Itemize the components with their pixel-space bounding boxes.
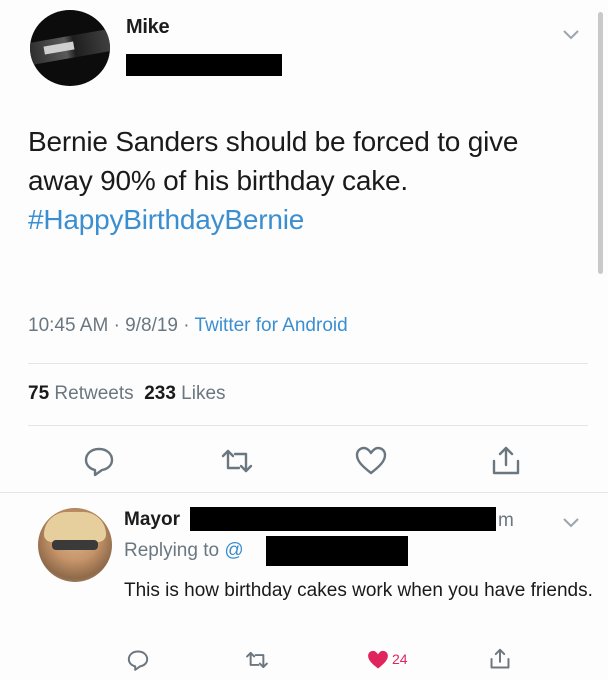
heart-icon[interactable]: [354, 444, 388, 478]
reply-author-name[interactable]: Mayor: [124, 509, 180, 531]
redacted-handle: [126, 54, 282, 76]
avatar[interactable]: [30, 10, 110, 86]
like-label: Likes: [181, 383, 226, 404]
avatar[interactable]: [38, 508, 112, 582]
tweet-body: Bernie Sanders should be forced to give …: [28, 126, 519, 196]
tweet-text: Bernie Sanders should be forced to give …: [28, 122, 588, 239]
tweet-meta: 10:45 AM · 9/8/19 · Twitter for Android: [28, 315, 348, 337]
retweet-icon[interactable]: [220, 444, 254, 478]
replying-to: Replying to @: [124, 540, 244, 562]
share-icon[interactable]: [488, 647, 512, 671]
reply-time: m: [498, 510, 514, 531]
hashtag-link[interactable]: #HappyBirthdayBernie: [28, 204, 304, 235]
separator: ·: [183, 315, 190, 336]
like-count: 233: [144, 383, 176, 404]
chevron-down-icon[interactable]: [563, 512, 579, 532]
replying-label: Replying to: [124, 540, 220, 561]
divider: [28, 425, 588, 426]
reply-text: This is how birthday cakes work when you…: [124, 580, 593, 601]
reply-icon[interactable]: [126, 648, 150, 672]
reply-like-count: 24: [392, 651, 408, 667]
heart-icon[interactable]: [366, 648, 390, 672]
reply-icon[interactable]: [82, 444, 116, 478]
retweet-count: 75: [28, 383, 50, 404]
engagement-counts: 75 Retweets 233 Likes: [28, 383, 226, 405]
author-name[interactable]: Mike: [126, 16, 170, 39]
redacted-handle: [190, 507, 496, 531]
replying-handle-link[interactable]: @: [224, 540, 243, 561]
redacted-handle: [266, 536, 408, 566]
likes-link[interactable]: 233 Likes: [144, 383, 225, 404]
tweet-source-link[interactable]: Twitter for Android: [195, 315, 348, 336]
share-icon[interactable]: [489, 444, 523, 478]
divider: [28, 363, 588, 364]
retweet-label: Retweets: [54, 383, 134, 404]
chevron-down-icon[interactable]: [563, 24, 579, 44]
tweet-date: 9/8/19: [125, 315, 178, 336]
separator: ·: [113, 315, 120, 336]
divider: [0, 492, 608, 493]
retweet-icon[interactable]: [245, 648, 269, 672]
tweet-time: 10:45 AM: [28, 315, 109, 336]
retweets-link[interactable]: 75 Retweets: [28, 383, 134, 404]
scrollbar[interactable]: [598, 12, 603, 274]
